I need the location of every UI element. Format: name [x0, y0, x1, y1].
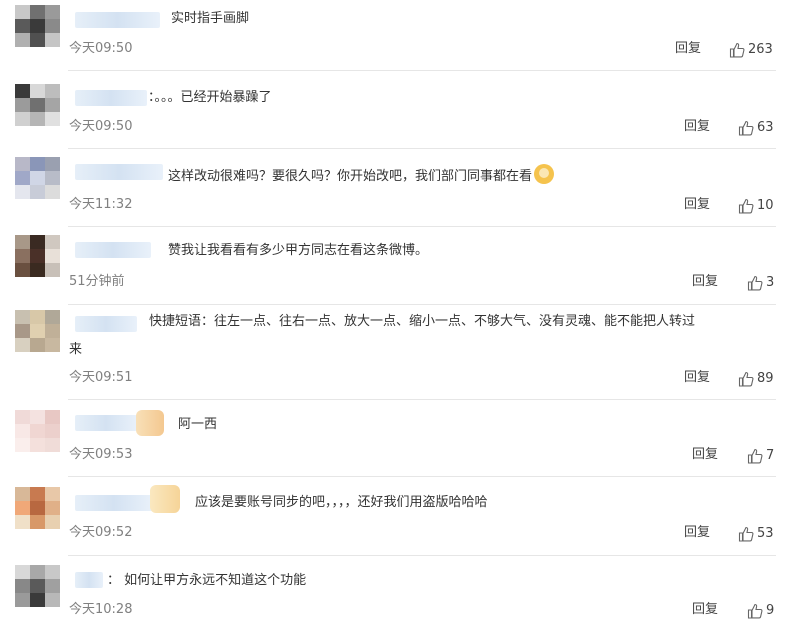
comment-time: 51分钟前 [69, 274, 125, 289]
like-count: 7 [766, 448, 775, 463]
reply-button[interactable]: 回复 [684, 525, 710, 541]
comment-time: 今天09:52 [69, 525, 133, 540]
like-count: 263 [748, 42, 773, 57]
comment-item: 快捷短语：往左一点、往右一点、放大一点、缩小一点、不够大气、没有灵魂、能不能把人… [0, 305, 801, 399]
username[interactable] [75, 90, 147, 106]
avatar[interactable] [15, 565, 60, 607]
comment-item: 赞我让我看看有多少甲方同志在看这条微博。 51分钟前 回复 3 [0, 227, 801, 304]
reply-button[interactable]: 回复 [692, 274, 718, 290]
comment-time: 今天10:28 [69, 602, 133, 617]
like-count: 53 [757, 526, 774, 541]
comment-item: 实时指手画脚 今天09:50 回复 263 [0, 0, 801, 70]
thumbs-up-icon [747, 275, 763, 291]
doge-emoji [534, 164, 555, 184]
comment-text-wrap: 来 [69, 342, 83, 357]
thumbs-up-icon [747, 448, 763, 464]
reply-button[interactable]: 回复 [692, 447, 718, 463]
comment-text: 应该是要账号同步的吧，，，，还好我们用盗版哈哈哈 [195, 495, 488, 510]
like-button[interactable]: 63 [738, 120, 774, 136]
thumbs-up-icon [747, 603, 763, 619]
thumbs-up-icon [729, 42, 745, 58]
reply-button[interactable]: 回复 [684, 197, 710, 213]
avatar[interactable] [15, 310, 60, 352]
comment-item: ：。。。已经开始暴躁了 今天09:50 回复 63 [0, 71, 801, 148]
like-count: 3 [766, 275, 775, 290]
comment-time: 今天11:32 [69, 197, 133, 212]
comment-time: 今天09:53 [69, 447, 133, 462]
comment-item: ： 如何让甲方永远不知道这个功能 今天10:28 回复 9 [0, 556, 801, 629]
like-button[interactable]: 89 [738, 371, 774, 387]
avatar[interactable] [15, 5, 60, 47]
thumbs-up-icon [738, 198, 754, 214]
comment-text: ：。。。已经开始暴躁了 [148, 90, 272, 105]
reply-button[interactable]: 回复 [684, 370, 710, 386]
comment-item: 这样改动很难吗？要很久吗？你开始改吧，我们部门同事都在看 今天11:32 回复 … [0, 149, 801, 226]
avatar[interactable] [15, 235, 60, 277]
like-button[interactable]: 3 [747, 275, 774, 291]
avatar[interactable] [15, 157, 60, 199]
username-badge [150, 485, 180, 513]
like-count: 89 [757, 371, 774, 386]
username[interactable] [75, 12, 160, 28]
reply-button[interactable]: 回复 [675, 41, 701, 57]
username[interactable] [75, 572, 103, 588]
username[interactable] [75, 495, 153, 511]
like-button[interactable]: 263 [729, 42, 773, 58]
comment-item: 应该是要账号同步的吧，，，，还好我们用盗版哈哈哈 今天09:52 回复 53 [0, 477, 801, 555]
like-count: 63 [757, 120, 774, 135]
thumbs-up-icon [738, 526, 754, 542]
comment-text: 赞我让我看看有多少甲方同志在看这条微博。 [168, 243, 429, 258]
avatar[interactable] [15, 84, 60, 126]
comment-text: 快捷短语：往左一点、往右一点、放大一点、缩小一点、不够大气、没有灵魂、能不能把人… [149, 314, 696, 329]
like-button[interactable]: 10 [738, 198, 774, 214]
comment-text: ： 如何让甲方永远不知道这个功能 [107, 573, 307, 588]
like-button[interactable]: 53 [738, 526, 774, 542]
like-button[interactable]: 7 [747, 448, 774, 464]
thumbs-up-icon [738, 120, 754, 136]
username[interactable] [75, 164, 163, 180]
like-count: 9 [766, 603, 775, 618]
reply-button[interactable]: 回复 [692, 602, 718, 618]
comment-time: 今天09:50 [69, 119, 133, 134]
username[interactable] [75, 415, 137, 431]
username[interactable] [75, 242, 151, 258]
comment-text: 实时指手画脚 [171, 11, 250, 26]
comment-time: 今天09:51 [69, 370, 133, 385]
like-count: 10 [757, 198, 774, 213]
username-badge [136, 410, 164, 436]
avatar[interactable] [15, 410, 60, 452]
comment-time: 今天09:50 [69, 41, 133, 56]
comment-item: 阿一西 今天09:53 回复 7 [0, 400, 801, 476]
comment-text: 阿一西 [178, 417, 218, 432]
comment-text: 这样改动很难吗？要很久吗？你开始改吧，我们部门同事都在看 [168, 164, 555, 186]
like-button[interactable]: 9 [747, 603, 774, 619]
username[interactable] [75, 316, 137, 332]
reply-button[interactable]: 回复 [684, 119, 710, 135]
avatar[interactable] [15, 487, 60, 529]
thumbs-up-icon [738, 371, 754, 387]
